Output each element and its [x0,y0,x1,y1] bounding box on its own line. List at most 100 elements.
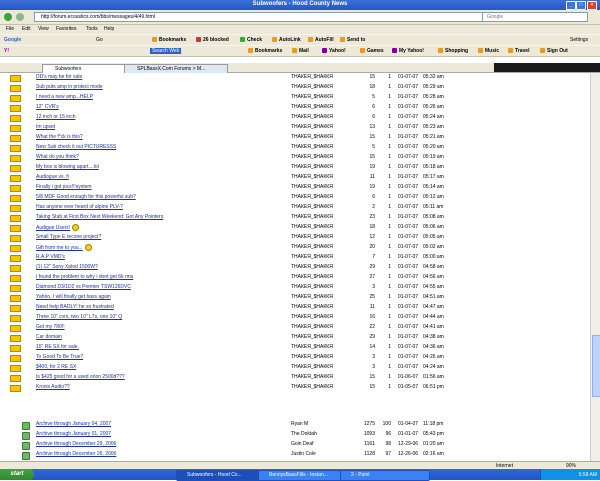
google-bookmarks-button[interactable]: Bookmarks [152,37,186,43]
thread-link[interactable]: Need help BADLY! he so frustrated [36,304,286,310]
search-input[interactable]: Google [482,12,588,22]
table-row: Three 10" cvrs, two 10" L7s, one 10" Q ТН… [0,313,590,322]
folder-icon [10,225,21,232]
send-to-button[interactable]: Send to [340,37,365,43]
thread-link[interactable]: Audigue Users! [36,225,70,231]
folder-icon [10,135,21,142]
thread-link[interactable]: Im upset [36,124,286,130]
thread-link[interactable]: I found the problem to why i dont get 6k… [36,274,286,280]
taskbar-item-paint[interactable]: 2 - Paint [340,470,430,481]
search-web-button[interactable]: Search Web [150,48,182,54]
games-button[interactable]: Games [360,48,384,54]
thread-link[interactable]: Has anyone ever heard of alpine PLV-? [36,204,286,210]
table-row: Small Type E recone project? ТНАКЕЯ_$НАКК… [0,233,590,242]
thread-link[interactable]: Gift from me to you... [36,245,83,251]
thread-link[interactable]: Taking Stab at First Box Next Weekend: G… [36,214,286,220]
mail-button[interactable]: Mail [292,48,309,54]
table-row: What the f*ck is this? ТНАКЕЯ_$НАККЯ 15 1 01… [0,133,590,142]
thread-link[interactable]: My box is blowing apart....lol [36,164,286,170]
travel-button[interactable]: Travel [508,48,529,54]
thread-link[interactable]: To Good To Be True? [36,354,286,360]
back-button[interactable] [4,13,12,21]
menu-file[interactable]: File [6,26,14,32]
thread-link[interactable]: What do you think? [36,154,286,160]
autofill-button[interactable]: AutoFill [308,37,334,43]
maximize-button[interactable]: □ [576,1,586,10]
taskbar: start Subwoofers - Hood Co... BennysBass… [0,469,600,481]
archive-link[interactable]: Archive through December 26, 2006 [36,451,286,457]
folder-icon [10,85,21,92]
thread-link[interactable]: 15" RE SX for sale. [36,344,286,350]
thread-link[interactable]: Got my 780!! [36,324,286,330]
thread-link[interactable]: Diamond D3/1D2 vs Premier TSW126DVC [36,284,286,290]
shopping-button[interactable]: Shopping [438,48,468,54]
scrollbar-thumb[interactable] [592,335,600,397]
taskbar-item-browser[interactable]: Subwoofers - Hood Co... [176,470,266,481]
tab-subwoofers[interactable]: Subwoofers [42,64,136,73]
folder-icon [10,295,21,302]
yahoo-bookmarks-button[interactable]: Bookmarks [248,48,282,54]
thread-link[interactable]: Yahoo, I will finally get bass again [36,294,286,300]
thread-link[interactable]: DD's may be for sale [36,74,286,80]
menu-help[interactable]: Help [104,26,114,32]
archive-row: Archive through December 26, 2006 Justin … [0,450,590,460]
table-row: My box is blowing apart....lol ТНАКЕЯ_$НА… [0,163,590,172]
address-input[interactable]: http://forum.ecoustics.com/bbs/messages/… [34,12,484,22]
check-button[interactable]: Check [240,37,262,43]
table-row: R.A.P VMD's ТНАКЕЯ_$НАККЯ 7 1 01-07-07 05:00 … [0,253,590,262]
thread-link[interactable]: Car domain [36,334,286,340]
minimize-button[interactable]: _ [566,1,576,10]
thread-link[interactable]: Is $425 good for a used orion 2500d??? [36,374,286,380]
vertical-scrollbar[interactable] [590,73,600,461]
thread-link[interactable]: 12 inch or 15 inch [36,114,286,120]
thread-link[interactable]: $400, for 2 RE SX [36,364,286,370]
table-row: Audigue Users! ТНАКЕЯ_$НАККЯ 18 1 01-07-07 05… [0,223,590,232]
archive-link[interactable]: Archive through January 04, 2007 [36,421,286,427]
thread-link[interactable]: I need a new amp...HELP [36,94,286,100]
thread-link[interactable]: Three 10" cvrs, two 10" L7s, one 10" Q [36,314,286,320]
table-row: (1) 12" Sony Xplod 1500W? ТНАКЕЯ_$НАККЯ 29… [0,263,590,272]
table-row: Has anyone ever heard of alpine PLV-? ТНА… [0,203,590,212]
thread-link[interactable]: 12" CVR's [36,104,286,110]
thread-link[interactable]: What the f*ck is this? [36,134,286,140]
folder-icon [10,385,21,392]
thread-link[interactable]: Small Type E recone project? [36,234,286,240]
taskbar-item-instant-messenger[interactable]: BennysBassFills - Instan... [258,470,348,481]
thread-link[interactable]: Sub puts amp in protect mode [36,84,286,90]
folder-icon [10,75,21,82]
thread-link[interactable]: New Sub check it out PICTURESSS [36,144,286,150]
my-yahoo-button[interactable]: My Yahoo! [392,48,424,54]
yahoo-button[interactable]: Yahoo! [322,48,346,54]
thread-link[interactable]: Audiogue vs. fi [36,174,286,180]
thread-link[interactable]: (1) 12" Sony Xplod 1500W? [36,264,286,270]
music-button[interactable]: Music [478,48,499,54]
menu-favorites[interactable]: Favorites [56,26,77,32]
menu-tools[interactable]: Tools [86,26,98,32]
popup-blocked-indicator[interactable]: 26 blocked [196,37,229,43]
thread-link[interactable]: Finally i got pics!!!system [36,184,286,190]
table-row: Kronix Audio?? ТНАКЕЯ_$НАККЯ 15 1 01-05-07 06… [0,383,590,392]
thread-link[interactable]: Kronix Audio?? [36,384,286,390]
thread-link[interactable]: R.A.P VMD's [36,254,286,260]
address-bar-row: http://forum.ecoustics.com/bbs/messages/… [0,10,600,25]
table-row: Need help BADLY! he so frustrated ТНАКЕЯ_… [0,303,590,312]
settings-button[interactable]: Settings [570,37,588,43]
archive-link[interactable]: Archive through January 01, 2007 [36,431,286,437]
autolink-button[interactable]: AutoLink [272,37,301,43]
thread-link[interactable]: 5/8 MDF Good enough for this powerful su… [36,194,286,200]
menu-view[interactable]: View [38,26,49,32]
forward-button[interactable] [16,13,24,21]
sign-out-button[interactable]: Sign Out [540,48,568,54]
tab-splbassx[interactable]: SPLBassX.Com Forums > M... [124,64,228,73]
yahoo-toolbar: Y! Search Web Bookmarks Mail Yahoo! Game… [0,45,600,57]
close-button[interactable]: × [587,1,597,10]
folder-icon [10,355,21,362]
google-go-button[interactable]: Go [96,37,103,43]
table-row: Gift from me to you... ТНАКЕЯ_$НАККЯ 20 1 01… [0,243,590,252]
folder-icon [10,315,21,322]
table-row: To Good To Be True? ТНАКЕЯ_$НАККЯ 3 1 01-07-… [0,353,590,362]
archive-link[interactable]: Archive through December 29, 2006 [36,441,286,447]
clock: 5:58 AM [578,472,597,478]
start-button[interactable]: start [0,469,34,480]
menu-edit[interactable]: Edit [22,26,31,32]
